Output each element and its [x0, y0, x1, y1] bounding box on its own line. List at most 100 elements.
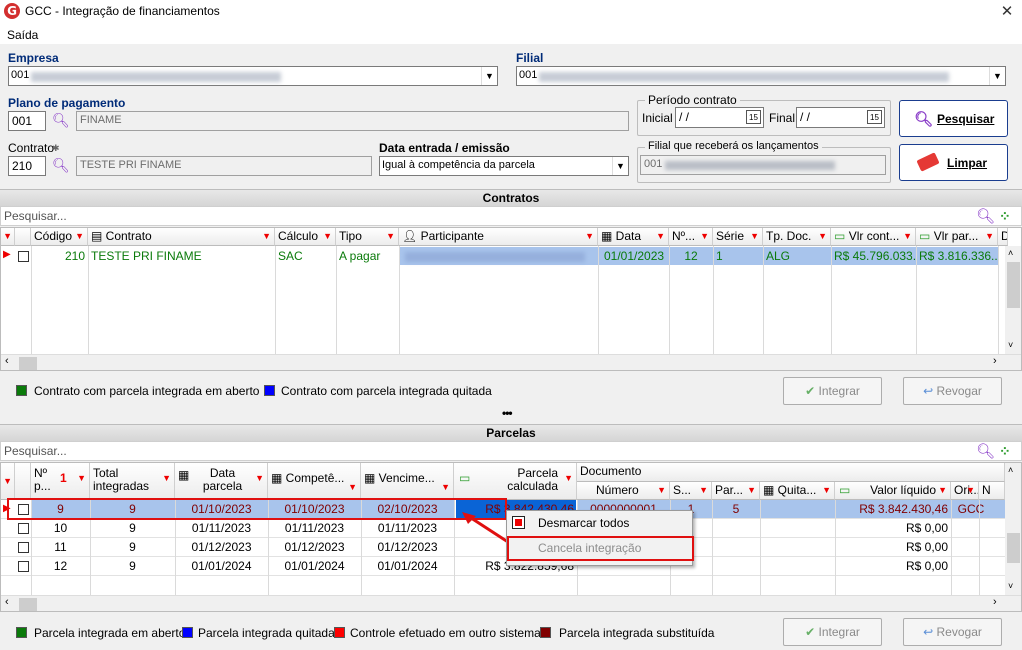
integrar-button-parcelas[interactable]: ✔ Integrar — [783, 618, 882, 646]
search-icon[interactable]: 🔍︎ — [52, 157, 70, 174]
cell-num[interactable]: 10 — [31, 519, 90, 537]
scroll-up-icon[interactable]: ˄ — [1008, 248, 1013, 258]
col-vlr-par[interactable]: ▭ Vlr par... ▼ — [916, 228, 998, 246]
col-contrato[interactable]: ▤ Contrato ▼ — [88, 228, 275, 246]
cell-total[interactable]: 9 — [90, 538, 175, 556]
select-all-header[interactable] — [15, 228, 31, 246]
horizontal-scrollbar[interactable]: ‹ › — [1, 595, 1021, 611]
horizontal-scrollbar[interactable]: ‹ › — [1, 354, 1021, 370]
filter-icon[interactable]: ▼ — [348, 472, 357, 499]
row-checkbox[interactable] — [18, 251, 29, 262]
vertical-scrollbar[interactable]: ˄ ˅ — [1005, 463, 1021, 595]
calendar-icon[interactable]: 15 — [867, 110, 882, 124]
col-tpdoc[interactable]: Tp. Doc. ▼ — [763, 228, 831, 246]
contrato-code-input[interactable]: 210 — [8, 156, 46, 176]
scroll-up-icon[interactable]: ˄ — [1008, 465, 1013, 475]
cell-data-parcela[interactable]: 01/01/2024 — [175, 557, 268, 575]
filter-icon[interactable]: ▼ — [657, 482, 666, 499]
chevron-down-icon[interactable]: ▼ — [481, 67, 497, 85]
integrar-button-contratos[interactable]: ✔ Integrar — [783, 377, 882, 405]
filter-icon[interactable]: ▼ — [985, 228, 994, 245]
search-icon[interactable]: 🔍︎ — [52, 112, 70, 129]
row-checkbox[interactable] — [18, 523, 29, 534]
cell-num[interactable]: 12 — [31, 557, 90, 575]
col-s[interactable]: S... ▼ — [670, 482, 712, 500]
scroll-left-icon[interactable]: ‹ — [5, 355, 9, 367]
cell-ori[interactable]: GCC — [951, 500, 991, 518]
contratos-search-input[interactable]: Pesquisar... 🔍︎ ⁘ — [0, 206, 1022, 226]
cell-data-parcela[interactable]: 01/11/2023 — [175, 519, 268, 537]
cell-competencia[interactable]: 01/11/2023 — [268, 519, 361, 537]
empresa-select[interactable]: 001 ▼ — [8, 66, 498, 86]
menu-exit[interactable]: Saída — [7, 28, 38, 42]
scroll-thumb[interactable] — [19, 357, 37, 370]
parcelas-search-input[interactable]: Pesquisar... 🔍︎ ⁘ — [0, 441, 1022, 461]
cell-competencia[interactable]: 01/12/2023 — [268, 538, 361, 556]
filter-icon[interactable]: ▼ — [966, 482, 975, 499]
cell-contrato[interactable]: TESTE PRI FINAME — [88, 247, 275, 265]
cell-competencia[interactable]: 01/01/2024 — [268, 557, 361, 575]
filter-icon[interactable]: ▼ — [262, 228, 271, 245]
select-all-header[interactable] — [15, 463, 31, 500]
cell-numero[interactable]: 12 — [669, 247, 713, 265]
row-checkbox[interactable] — [18, 561, 29, 572]
scroll-thumb[interactable] — [19, 598, 37, 611]
vertical-scrollbar[interactable]: ˄ ˅ — [1005, 246, 1021, 354]
col-ori[interactable]: Ori... ▼ — [951, 482, 979, 500]
revogar-button-parcelas[interactable]: ↩ Revogar — [903, 618, 1002, 646]
menu-item-desmarcar[interactable]: Desmarcar todos — [538, 516, 629, 530]
cell-par[interactable]: 5 — [712, 500, 760, 518]
cell-codigo[interactable]: 210 — [31, 247, 88, 265]
cell-valor-liquido[interactable]: R$ 0,00 — [835, 519, 951, 537]
col-n[interactable]: N — [979, 482, 1005, 500]
col-numero-doc[interactable]: Número ▼ — [577, 482, 670, 500]
grid-menu-icon[interactable]: ▼ — [1, 228, 15, 246]
col-quita[interactable]: ▦ Quita... ▼ — [760, 482, 835, 500]
scroll-right-icon[interactable]: › — [993, 355, 997, 367]
plano-code-input[interactable]: 001 — [8, 111, 46, 131]
expand-icon[interactable]: ⁘ — [999, 443, 1011, 460]
cell-data[interactable]: 01/01/2023 — [601, 247, 669, 265]
cell-vencimento[interactable]: 01/01/2024 — [361, 557, 454, 575]
filter-icon[interactable]: ▼ — [699, 482, 708, 499]
scroll-down-icon[interactable]: ˅ — [1008, 340, 1013, 350]
col-vencimento[interactable]: ▦ Vencime... ▼ — [361, 463, 454, 500]
col-competencia[interactable]: ▦ Competê... ▼ — [268, 463, 361, 500]
cell-valor-liquido[interactable]: R$ 0,00 — [835, 557, 951, 575]
cell-serie[interactable]: 1 — [713, 247, 763, 265]
col-num[interactable]: Nº p... 1 ▼ — [31, 463, 90, 500]
search-icon[interactable]: 🔍︎ — [976, 207, 995, 225]
filter-icon[interactable]: ▼ — [700, 228, 709, 245]
row-checkbox[interactable] — [18, 542, 29, 553]
cell-vlr-cont[interactable]: R$ 45.796.033... — [831, 247, 916, 265]
filter-icon[interactable]: ▼ — [747, 482, 756, 499]
col-serie[interactable]: Série ▼ — [713, 228, 763, 246]
scroll-thumb[interactable] — [1007, 262, 1020, 308]
cell-vlr-par[interactable]: R$ 3.816.336... — [916, 247, 998, 265]
cell-data-parcela[interactable]: 01/12/2023 — [175, 538, 268, 556]
cell-calculo[interactable]: SAC — [275, 247, 336, 265]
inicial-date-input[interactable]: / / 15 — [675, 107, 764, 128]
cell-valor-liquido[interactable]: R$ 3.842.430,46 — [835, 500, 951, 518]
filter-icon[interactable]: ▼ — [77, 472, 86, 485]
cell-valor-liquido[interactable]: R$ 0,00 — [835, 538, 951, 556]
limpar-button[interactable]: Limpar — [899, 144, 1008, 181]
revogar-button-contratos[interactable]: ↩ Revogar — [903, 377, 1002, 405]
col-tipo[interactable]: Tipo ▼ — [336, 228, 399, 246]
scroll-thumb[interactable] — [1007, 533, 1020, 563]
col-valor-liquido[interactable]: ▭ Valor líquido ▼ — [835, 482, 951, 500]
filter-icon[interactable]: ▼ — [938, 482, 947, 499]
data-entrada-select[interactable]: Igual à competência da parcela ▼ — [379, 156, 629, 176]
col-par[interactable]: Par... ▼ — [712, 482, 760, 500]
col-codigo[interactable]: Código ▼ — [31, 228, 88, 246]
scroll-down-icon[interactable]: ˅ — [1008, 581, 1013, 591]
col-vlr-cont[interactable]: ▭ Vlr cont... ▼ — [831, 228, 916, 246]
filter-icon[interactable]: ▼ — [441, 472, 450, 499]
col-participante[interactable]: 👤︎ Participante ▼ — [399, 228, 598, 246]
close-window-button[interactable]: ✕ — [1000, 2, 1014, 20]
cell-vencimento[interactable]: 01/11/2023 — [361, 519, 454, 537]
sort-icon[interactable]: 1 — [60, 472, 67, 485]
filter-icon[interactable]: ▼ — [822, 482, 831, 499]
filter-icon[interactable]: ▼ — [818, 228, 827, 245]
splitter-handle[interactable]: ••• — [502, 406, 513, 420]
